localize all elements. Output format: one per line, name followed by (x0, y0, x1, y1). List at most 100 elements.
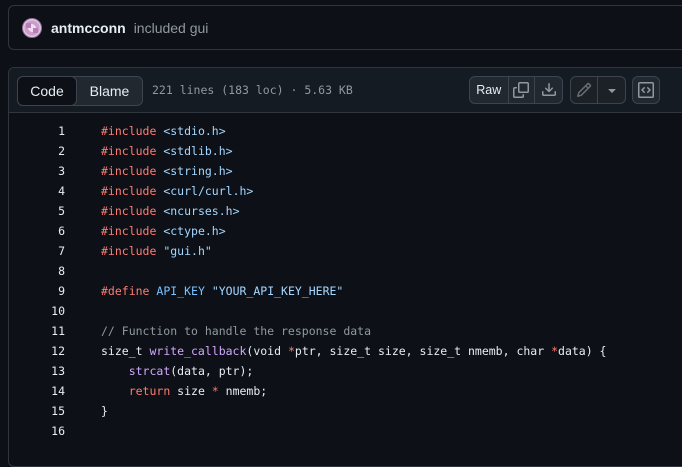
code-token: <string.h> (163, 164, 233, 178)
code-line: 14 return size * nmemb; (9, 381, 682, 401)
line-number[interactable]: 12 (9, 344, 65, 358)
raw-button[interactable]: Raw (470, 77, 509, 103)
code-token: * (287, 344, 295, 358)
code-token: <curl/curl.h> (163, 184, 254, 198)
view-toggle: Code Blame (17, 76, 143, 106)
line-number[interactable]: 8 (9, 264, 65, 278)
code-view: 1 #include <stdio.h> 2 #include <stdlib.h> 3… (9, 113, 682, 441)
line-number[interactable]: 13 (9, 364, 65, 378)
code-line: 16 (9, 421, 682, 441)
line-number[interactable]: 4 (9, 184, 65, 198)
raw-actions-group: Raw (469, 76, 563, 104)
file-header: Code Blame 221 lines (183 loc) · 5.63 KB… (9, 68, 682, 113)
code-token: return (128, 384, 171, 398)
code-text: #define API_KEY "YOUR_API_KEY_HERE" (65, 284, 343, 298)
code-text: #include <ncurses.h> (65, 204, 240, 218)
code-token: #include (101, 244, 157, 258)
file-info: 221 lines (183 loc) · 5.63 KB (152, 83, 353, 97)
edit-dropdown-button[interactable] (598, 77, 625, 103)
line-number[interactable]: 6 (9, 224, 65, 238)
tab-blame[interactable]: Blame (77, 77, 142, 105)
symbols-icon (638, 82, 654, 98)
code-text: #include <curl/curl.h> (65, 184, 253, 198)
code-token: * (211, 384, 219, 398)
line-number[interactable]: 9 (9, 284, 65, 298)
code-text: #include <string.h> (65, 164, 233, 178)
code-token: * (551, 344, 559, 358)
line-number[interactable]: 14 (9, 384, 65, 398)
line-number[interactable]: 15 (9, 404, 65, 418)
code-token: nmemb; (218, 384, 268, 398)
code-token: <stdio.h> (163, 124, 226, 138)
code-token: size_t (101, 344, 150, 358)
code-token: #include (101, 204, 157, 218)
code-token: #include (101, 224, 157, 238)
download-icon (541, 82, 557, 98)
code-text: } (65, 404, 108, 418)
code-line: 8 (9, 261, 682, 281)
code-text: #include <stdio.h> (65, 124, 226, 138)
line-number[interactable]: 10 (9, 304, 65, 318)
code-text: // Function to handle the response data (65, 324, 371, 338)
code-token: size (170, 384, 212, 398)
code-token: // Function to handle the response data (101, 324, 372, 338)
code-text: strcat(data, ptr); (65, 364, 254, 378)
code-text: size_t write_callback(void *ptr, size_t … (65, 344, 606, 358)
tab-code[interactable]: Code (17, 76, 77, 106)
download-raw-button[interactable] (535, 77, 562, 103)
line-number[interactable]: 1 (9, 124, 65, 138)
avatar[interactable] (22, 17, 42, 38)
code-line: 15} (9, 401, 682, 421)
code-token: <stdlib.h> (163, 144, 233, 158)
code-line: 13 strcat(data, ptr); (9, 361, 682, 381)
code-token: #define (101, 284, 150, 298)
line-number[interactable]: 2 (9, 144, 65, 158)
code-token: API_KEY (156, 284, 205, 298)
code-token: <ctype.h> (163, 224, 226, 238)
code-token: strcat (128, 364, 171, 378)
code-line: 4 #include <curl/curl.h> (9, 181, 682, 201)
code-token: (data, ptr); (170, 364, 254, 378)
symbols-panel-button[interactable] (632, 76, 660, 104)
code-token: "YOUR_API_KEY_HERE" (211, 284, 344, 298)
commit-author[interactable]: antmcconn (51, 20, 126, 36)
code-token: #include (101, 144, 157, 158)
code-line: 6 #include <ctype.h> (9, 221, 682, 241)
code-line: 10 (9, 301, 682, 321)
line-number[interactable]: 3 (9, 164, 65, 178)
pencil-icon (576, 82, 592, 98)
line-number[interactable]: 11 (9, 324, 65, 338)
code-line: 12 size_t write_callback(void *ptr, size_… (9, 341, 682, 361)
copy-icon (513, 82, 530, 98)
edit-file-button[interactable] (571, 77, 599, 103)
commit-message[interactable]: included gui (134, 20, 209, 36)
file-viewer: Code Blame 221 lines (183 loc) · 5.63 KB… (8, 67, 682, 467)
code-text: #include <stdlib.h> (65, 144, 233, 158)
code-line: 5 #include <ncurses.h> (9, 201, 682, 221)
code-text: return size * nmemb; (65, 384, 268, 398)
line-number[interactable]: 5 (9, 204, 65, 218)
line-number[interactable]: 16 (9, 424, 65, 438)
code-line: 11 // Function to handle the response dat… (9, 321, 682, 341)
code-token: <ncurses.h> (163, 204, 240, 218)
code-line: 3 #include <string.h> (9, 161, 682, 181)
code-text: #include <ctype.h> (65, 224, 226, 238)
code-token: #include (101, 164, 157, 178)
code-token: #include (101, 184, 157, 198)
code-token: "gui.h" (163, 244, 212, 258)
code-token: #include (101, 124, 157, 138)
edit-actions-group (570, 76, 626, 104)
code-line: 7 #include "gui.h" (9, 241, 682, 261)
code-token: (void (246, 344, 288, 358)
code-token: data) { (558, 344, 607, 358)
code-token: ptr, size_t size, size_t nmemb, char (294, 344, 552, 358)
code-text: #include "gui.h" (65, 244, 212, 258)
line-number[interactable]: 7 (9, 244, 65, 258)
code-token: } (101, 404, 108, 418)
code-line: 1 #include <stdio.h> (9, 121, 682, 141)
code-line: 2 #include <stdlib.h> (9, 141, 682, 161)
copy-raw-button[interactable] (509, 77, 536, 103)
